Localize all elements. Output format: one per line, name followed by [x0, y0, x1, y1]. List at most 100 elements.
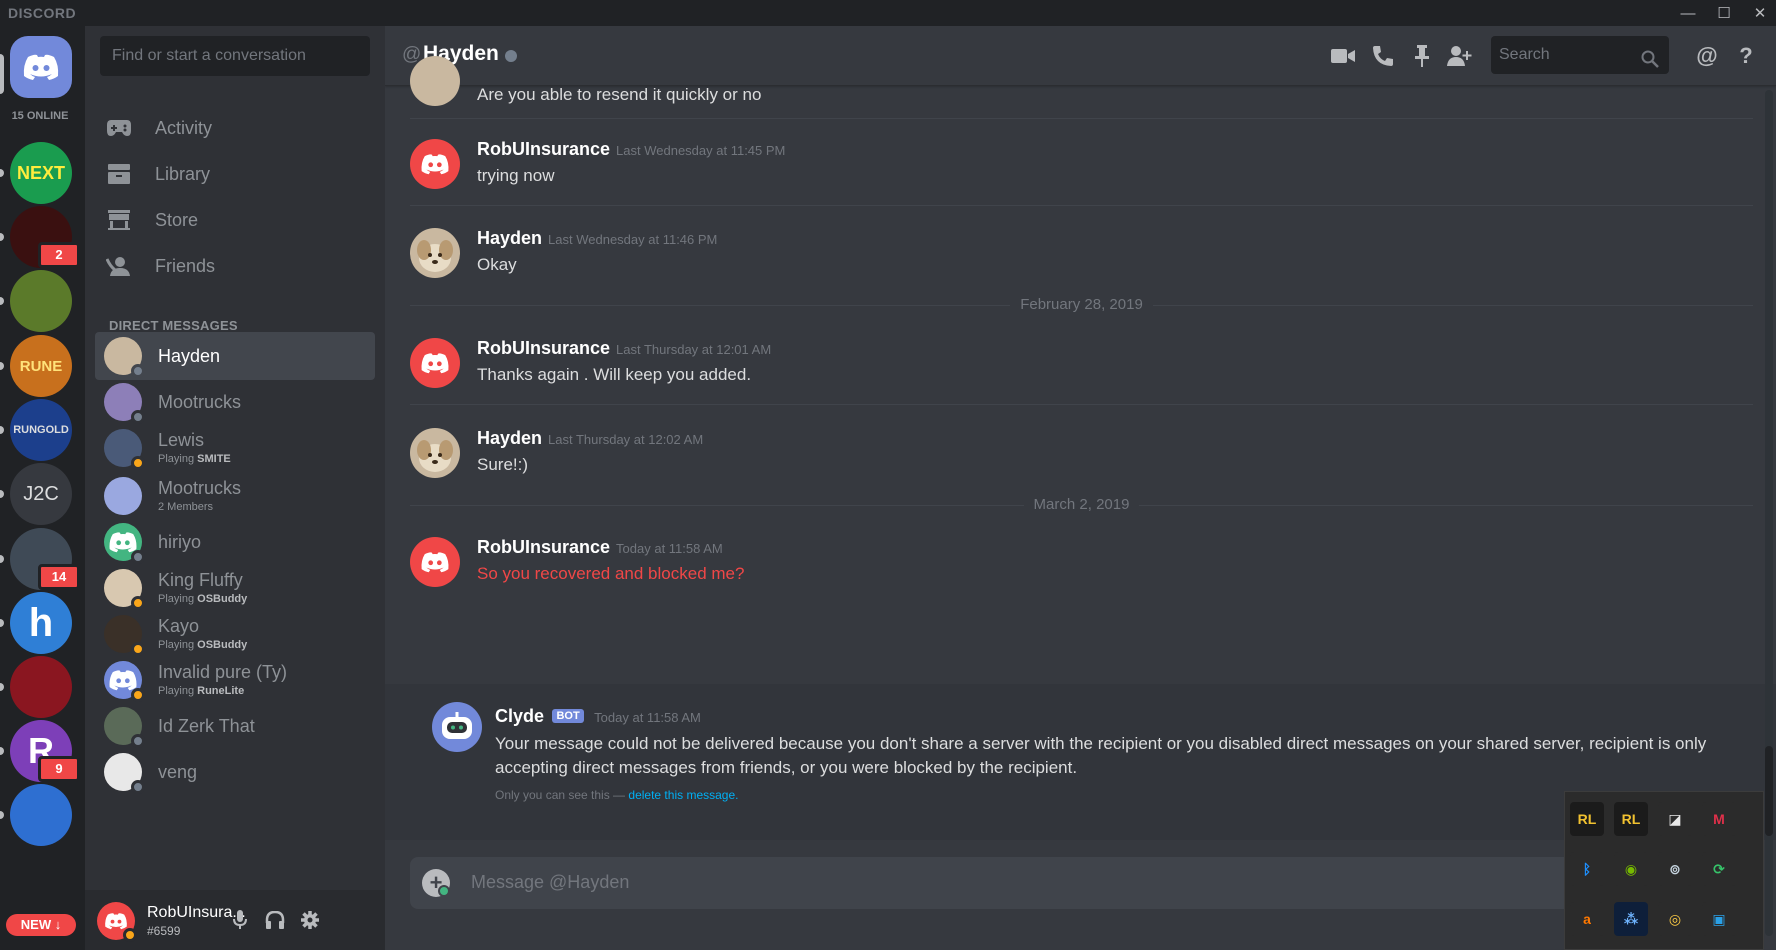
dm-subtext: Playing SMITE: [158, 452, 231, 466]
message-text: Thanks again . Will keep you added.: [477, 365, 752, 384]
malwarebytes-icon[interactable]: M: [1702, 802, 1736, 836]
dm-avatar: [104, 477, 142, 515]
nav-store-label: Store: [155, 209, 199, 230]
dm-item[interactable]: Kayo Playing OSBuddy: [95, 610, 375, 658]
status-indicator: [131, 780, 145, 794]
dm-item[interactable]: Lewis Playing SMITE: [95, 424, 375, 472]
dm-name: Invalid pure (Ty): [158, 662, 288, 682]
gear-icon: [301, 911, 319, 929]
search-conversation-input[interactable]: Find or start a conversation: [100, 36, 370, 76]
help-button[interactable]: ?: [1730, 40, 1762, 72]
new-mentions-button[interactable]: NEW ↓: [6, 914, 76, 936]
robuinsurance-avatar[interactable]: [410, 537, 460, 587]
clyde-message-text: Your message could not be delivered beca…: [495, 734, 1707, 777]
server-icon-landscape[interactable]: [10, 270, 72, 332]
deafen-button[interactable]: [263, 908, 287, 932]
search-icon: [1641, 45, 1659, 83]
scrollbar-thumb[interactable]: [1765, 746, 1773, 836]
user-settings-button[interactable]: [298, 908, 322, 932]
headphones-icon: [265, 911, 285, 929]
dm-activity-text: Playing: [158, 453, 198, 465]
dm-activity-text: Playing: [158, 593, 198, 605]
server-icon-rune-treasure[interactable]: RUNE: [10, 335, 72, 397]
home-button[interactable]: [10, 36, 72, 98]
hayden-avatar[interactable]: [410, 228, 460, 278]
robuinsurance-avatar[interactable]: [410, 139, 460, 189]
mention-badge: 2: [38, 242, 80, 268]
dm-game-name: OSBuddy: [197, 639, 248, 651]
message-search-input[interactable]: Search: [1491, 36, 1669, 74]
dm-item[interactable]: Mootrucks: [95, 378, 375, 426]
user-tag: #6599: [147, 924, 181, 938]
unread-pill: [0, 297, 4, 305]
stars-app-icon[interactable]: ⁂: [1614, 902, 1648, 936]
nvidia-icon[interactable]: ◉: [1614, 852, 1648, 886]
server-icon-paw-server[interactable]: [10, 784, 72, 846]
close-button[interactable]: ✕: [1740, 0, 1776, 26]
dm-name: King Fluffy: [158, 570, 243, 590]
chrome-icon[interactable]: ◎: [1658, 902, 1692, 936]
mute-button[interactable]: [228, 908, 252, 932]
message-author[interactable]: Hayden: [477, 228, 542, 248]
pinned-messages-button[interactable]: [1406, 40, 1438, 72]
maximize-button[interactable]: ☐: [1704, 0, 1744, 26]
mentions-button[interactable]: @: [1691, 40, 1723, 72]
server-icon-h-server[interactable]: h: [10, 592, 72, 654]
riot-client-icon[interactable]: RL: [1614, 802, 1648, 836]
message-timestamp: Last Wednesday at 11:46 PM: [548, 232, 718, 247]
message-input[interactable]: Message @Hayden: [471, 872, 629, 893]
robuinsurance-avatar[interactable]: [410, 338, 460, 388]
app-brand: DISCORD: [8, 5, 77, 21]
network-app-icon[interactable]: ▣: [1702, 902, 1736, 936]
dm-subtext: Playing RuneLite: [158, 684, 287, 698]
hayden-avatar[interactable]: [410, 428, 460, 478]
nav-friends[interactable]: Friends: [105, 246, 375, 286]
server-icon-next-level[interactable]: NEXT: [10, 142, 72, 204]
message-author[interactable]: Hayden: [477, 428, 542, 448]
video-call-button[interactable]: [1327, 40, 1359, 72]
server-icon-rungold[interactable]: RUNGOLD: [10, 399, 72, 461]
clyde-author[interactable]: Clyde: [495, 706, 544, 726]
dm-item[interactable]: Hayden: [95, 332, 375, 380]
unread-pill: [0, 362, 4, 370]
sync-icon[interactable]: ⟳: [1702, 852, 1736, 886]
help-icon: ?: [1739, 43, 1753, 68]
riot-client-icon[interactable]: RL: [1570, 802, 1604, 836]
server-icon-label: J2C: [23, 482, 59, 505]
nav-activity[interactable]: Activity: [105, 108, 375, 148]
minimize-button[interactable]: —: [1668, 0, 1708, 26]
server-icon-wheel[interactable]: [10, 656, 72, 718]
game-launcher-icon[interactable]: ◪: [1658, 802, 1692, 836]
delete-message-link[interactable]: delete this message.: [628, 788, 738, 802]
dm-item[interactable]: Mootrucks 2 Members: [95, 472, 375, 520]
voice-call-button[interactable]: [1367, 40, 1399, 72]
status-indicator: [131, 688, 145, 702]
server-icon-j2c[interactable]: J2C: [10, 463, 72, 525]
dm-item[interactable]: Invalid pure (Ty) Playing RuneLite: [95, 656, 375, 704]
dm-item[interactable]: hiriyo: [95, 518, 375, 566]
message-author[interactable]: RobUInsurance: [477, 338, 610, 358]
server-icon-label: NEXT: [16, 162, 65, 183]
dm-activity-text: Playing: [158, 639, 198, 651]
bluetooth-icon[interactable]: ᛒ: [1570, 852, 1604, 886]
status-indicator: [131, 550, 145, 564]
dm-avatar: [104, 383, 145, 424]
date-divider: February 28, 2019: [410, 295, 1753, 315]
hayden-avatar[interactable]: [410, 56, 460, 106]
message: Hayden Last Thursday at 12:02 AM Sure!:): [410, 428, 1750, 488]
avast-icon[interactable]: a: [1570, 902, 1604, 936]
message-author[interactable]: RobUInsurance: [477, 537, 610, 557]
message-composer[interactable]: + Message @Hayden: [410, 857, 1753, 909]
message-author[interactable]: RobUInsurance: [477, 139, 610, 159]
dm-sidebar: Find or start a conversation Activity Li…: [85, 26, 385, 950]
message: RobUInsurance Last Wednesday at 11:45 PM …: [410, 139, 1750, 199]
dm-item[interactable]: Id Zerk That: [95, 702, 375, 750]
nav-store[interactable]: Store: [105, 200, 375, 240]
steam-icon[interactable]: ⊚: [1658, 852, 1692, 886]
clyde-avatar[interactable]: [432, 702, 482, 752]
dm-item[interactable]: veng: [95, 748, 375, 796]
nav-library-label: Library: [155, 163, 211, 184]
add-friend-to-dm-button[interactable]: [1444, 40, 1476, 72]
nav-library[interactable]: Library: [105, 154, 375, 194]
dm-item[interactable]: King Fluffy Playing OSBuddy: [95, 564, 375, 612]
